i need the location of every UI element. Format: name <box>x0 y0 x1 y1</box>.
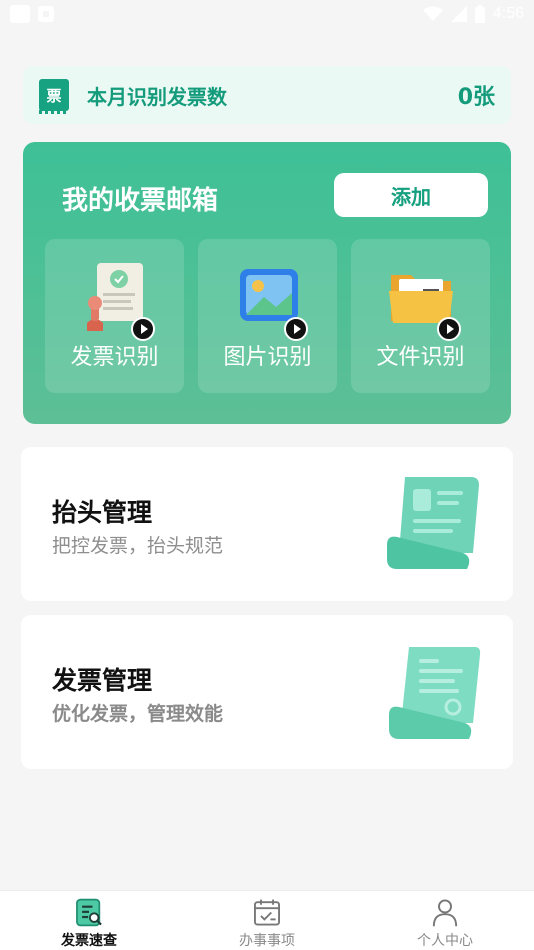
bottom-nav: 发票速查 办事事项 个人中心 <box>0 890 534 950</box>
card-subtitle: 把控发票，抬头规范 <box>52 535 224 557</box>
status-left <box>10 5 54 23</box>
status-right: 4:56 <box>422 5 524 23</box>
wifi-icon <box>422 6 443 21</box>
status-time: 4:56 <box>492 5 524 22</box>
tile-label: 发票识别 <box>70 345 159 370</box>
tile-label: 图片识别 <box>223 345 312 370</box>
card-subtitle: 优化发票，管理效能 <box>52 703 224 725</box>
nav-item-invoice-search[interactable]: 发票速查 <box>0 891 178 950</box>
tile-picture-recognition[interactable]: 图片识别 <box>198 239 337 393</box>
recognition-tiles: 发票识别 图片识别 文件识别 <box>45 239 490 393</box>
invoice-management-card[interactable]: 发票管理 优化发票，管理效能 <box>21 615 513 769</box>
person-icon <box>432 899 458 927</box>
invoice-scroll-icon <box>389 647 481 739</box>
nav-label: 办事事项 <box>239 933 295 949</box>
play-icon[interactable] <box>131 317 155 341</box>
calendar-check-icon <box>253 899 281 926</box>
card-title: 抬头管理 <box>52 498 153 527</box>
header-management-card[interactable]: 抬头管理 把控发票，抬头规范 <box>21 447 513 601</box>
invoice-count-banner: 票 本月识别发票数 0张 <box>23 66 511 124</box>
battery-icon <box>474 5 485 23</box>
notification-icon <box>10 5 30 23</box>
tile-invoice-recognition[interactable]: 发票识别 <box>45 239 184 393</box>
document-scroll-icon <box>387 477 479 569</box>
nav-label: 个人中心 <box>417 933 473 949</box>
tile-file-recognition[interactable]: 文件识别 <box>351 239 490 393</box>
invoice-search-icon <box>76 898 102 927</box>
app-notification-icon <box>38 6 54 22</box>
mailbox-card: 我的收票邮箱 添加 发票识别 图片识别 文件识别 <box>23 142 511 424</box>
tile-label: 文件识别 <box>376 345 465 370</box>
play-icon[interactable] <box>437 317 461 341</box>
card-title: 发票管理 <box>52 666 153 695</box>
status-bar: 4:56 <box>0 0 534 28</box>
mailbox-title: 我的收票邮箱 <box>62 186 219 216</box>
signal-icon <box>450 6 467 22</box>
nav-item-profile[interactable]: 个人中心 <box>356 891 534 950</box>
invoice-count-value: 0张 <box>457 85 495 110</box>
add-mailbox-button[interactable]: 添加 <box>334 173 488 217</box>
nav-item-tasks[interactable]: 办事事项 <box>178 891 356 950</box>
ticket-icon: 票 <box>39 79 69 114</box>
invoice-count-label: 本月识别发票数 <box>87 84 227 109</box>
nav-label: 发票速查 <box>61 933 117 949</box>
play-icon[interactable] <box>284 317 308 341</box>
